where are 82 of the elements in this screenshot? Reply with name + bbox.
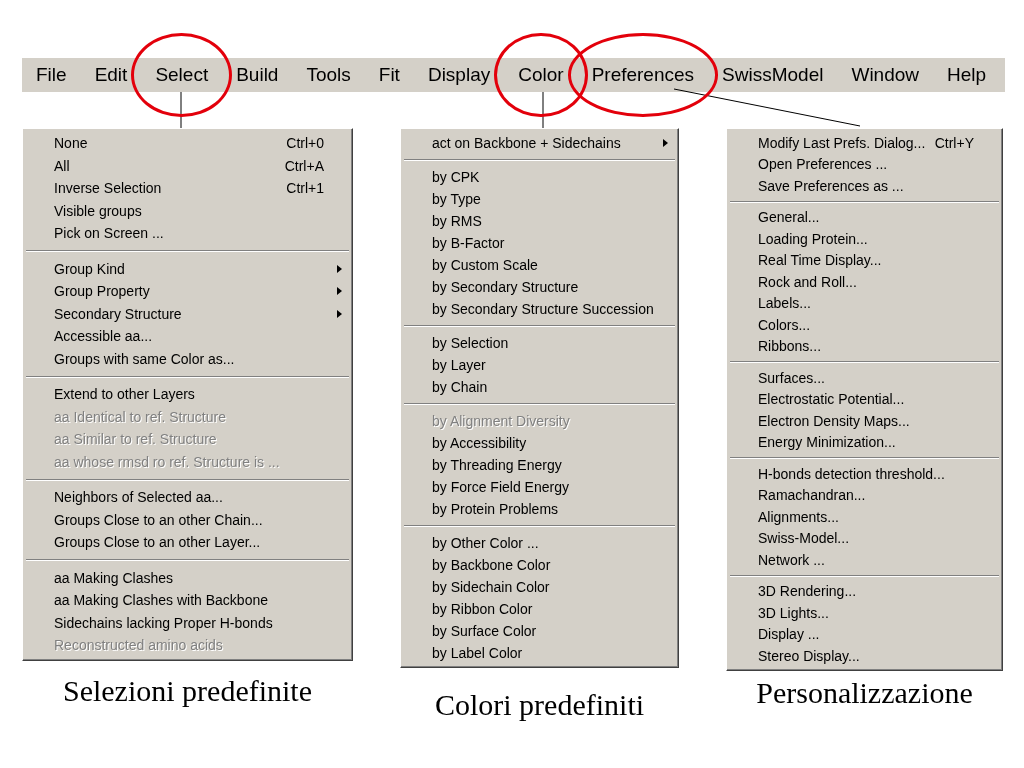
menu-item[interactable]: Ramachandran... [729, 484, 1000, 506]
menu-item[interactable]: Inverse Selection Ctrl+1 [25, 177, 350, 200]
menu-item[interactable]: Open Preferences ... [729, 153, 1000, 175]
menu-item[interactable]: by Other Color ... [403, 532, 676, 554]
menu-bar-item[interactable]: Help [947, 64, 987, 86]
menu-item[interactable]: by Type [403, 188, 676, 210]
menu-item[interactable]: Groups Close to an other Chain... [25, 508, 350, 531]
menu-bar-item[interactable]: Edit [94, 64, 128, 86]
menu-item[interactable]: Neighbors of Selected aa... [25, 486, 350, 509]
menu-item[interactable]: by Ribbon Color [403, 598, 676, 620]
shortcut-label: Ctrl+A [284, 157, 324, 174]
leader-line [542, 91, 544, 129]
menu-item[interactable]: by Layer [403, 354, 676, 376]
menu-bar-item[interactable]: Tools [306, 64, 351, 86]
menu-item[interactable]: H-bonds detection threshold... [729, 463, 1000, 485]
menu-item[interactable]: by Secondary Structure Succession [403, 298, 676, 320]
menu-item[interactable]: Groups with same Color as... [25, 347, 350, 370]
menu-item[interactable]: by Surface Color [403, 620, 676, 642]
menu-item[interactable]: Surfaces... [729, 367, 1000, 389]
menu-item[interactable]: Alignments... [729, 506, 1000, 528]
menu-bar-item[interactable]: Preferences [591, 64, 695, 86]
menu-item[interactable]: 3D Rendering... [729, 580, 1000, 602]
menu-bar-item[interactable]: Color [518, 64, 564, 86]
menu-item[interactable]: Display ... [729, 623, 1000, 645]
menu-item[interactable]: by Sidechain Color [403, 576, 676, 598]
menu-item[interactable]: by CPK [403, 166, 676, 188]
caption: Personalizzazione [756, 675, 973, 710]
menu-item[interactable]: aa Making Clashes [25, 566, 350, 589]
menu-item[interactable]: Groups Close to an other Layer... [25, 531, 350, 554]
menu-item[interactable]: by Secondary Structure [403, 276, 676, 298]
menu-item[interactable]: by Accessibility [403, 432, 676, 454]
menu-item[interactable]: by Selection [403, 332, 676, 354]
menu-item[interactable]: Sidechains lacking Proper H-bonds [25, 611, 350, 634]
menu-item[interactable]: by Threading Energy [403, 454, 676, 476]
menu-item[interactable]: by Force Field Energy [403, 476, 676, 498]
menu-item[interactable]: Rock and Roll... [729, 271, 1000, 293]
menu-item[interactable]: Electron Density Maps... [729, 410, 1000, 432]
menu-item[interactable]: by RMS [403, 210, 676, 232]
menu-bar-item[interactable]: Display [427, 64, 491, 86]
menu-item[interactable]: Colors... [729, 314, 1000, 336]
menu-bar-item[interactable]: Window [851, 64, 920, 86]
menu-item[interactable]: General... [729, 206, 1000, 228]
shortcut-label: Ctrl+1 [286, 180, 324, 197]
menu-item[interactable]: aa Making Clashes with Backbone [25, 589, 350, 612]
menu-bar-item[interactable]: SwissModel [722, 64, 824, 86]
menu-item[interactable]: Swiss-Model... [729, 527, 1000, 549]
menu-item[interactable]: Group Kind [25, 257, 350, 280]
menu-item[interactable]: 3D Lights... [729, 602, 1000, 624]
menu-item[interactable]: by Backbone Color [403, 554, 676, 576]
menu-item[interactable]: by Chain [403, 376, 676, 398]
shortcut-label: Ctrl+Y [934, 134, 974, 151]
menu-item[interactable]: Pick on Screen ... [25, 222, 350, 245]
caption: Selezioni predefinite [62, 673, 313, 708]
menu-bar-item[interactable]: Build [236, 64, 279, 86]
menu-item[interactable]: Labels... [729, 292, 1000, 314]
menu-item[interactable]: Modify Last Prefs. Dialog... Ctrl+Y [729, 132, 1000, 154]
menu-bar-item[interactable]: Select [155, 64, 209, 86]
leader-line [180, 91, 182, 129]
menu-item[interactable]: by Protein Problems [403, 498, 676, 520]
menu-item[interactable]: Loading Protein... [729, 228, 1000, 250]
menu-item[interactable]: Stereo Display... [729, 645, 1000, 667]
menu-item[interactable]: act on Backbone + Sidechains [403, 132, 676, 154]
caption: Colori predefiniti [434, 688, 645, 722]
menu-item[interactable]: by Label Color [403, 642, 676, 664]
menu-item[interactable]: by B-Factor [403, 232, 676, 254]
menu-item[interactable]: Save Preferences as ... [729, 175, 1000, 197]
menu-item[interactable]: Group Property [25, 280, 350, 303]
menu-item[interactable]: Energy Minimization... [729, 431, 1000, 453]
menu-item[interactable]: Network ... [729, 549, 1000, 571]
shortcut-label: Ctrl+0 [286, 135, 324, 152]
menu-item[interactable]: Extend to other Layers [25, 383, 350, 406]
menu-item[interactable]: All Ctrl+A [25, 154, 350, 177]
menu-item[interactable]: Accessible aa... [25, 325, 350, 348]
menu-bar-item[interactable]: Fit [378, 64, 400, 86]
menu-bar-item[interactable]: File [36, 64, 67, 86]
menu-item[interactable]: Visible groups [25, 199, 350, 222]
menu-item[interactable]: None Ctrl+0 [25, 132, 350, 155]
menu-item[interactable]: Real Time Display... [729, 249, 1000, 271]
menu-item[interactable]: by Custom Scale [403, 254, 676, 276]
menu-item[interactable]: Secondary Structure [25, 302, 350, 325]
menu-item[interactable]: Electrostatic Potential... [729, 388, 1000, 410]
menu-item[interactable]: Ribbons... [729, 335, 1000, 357]
